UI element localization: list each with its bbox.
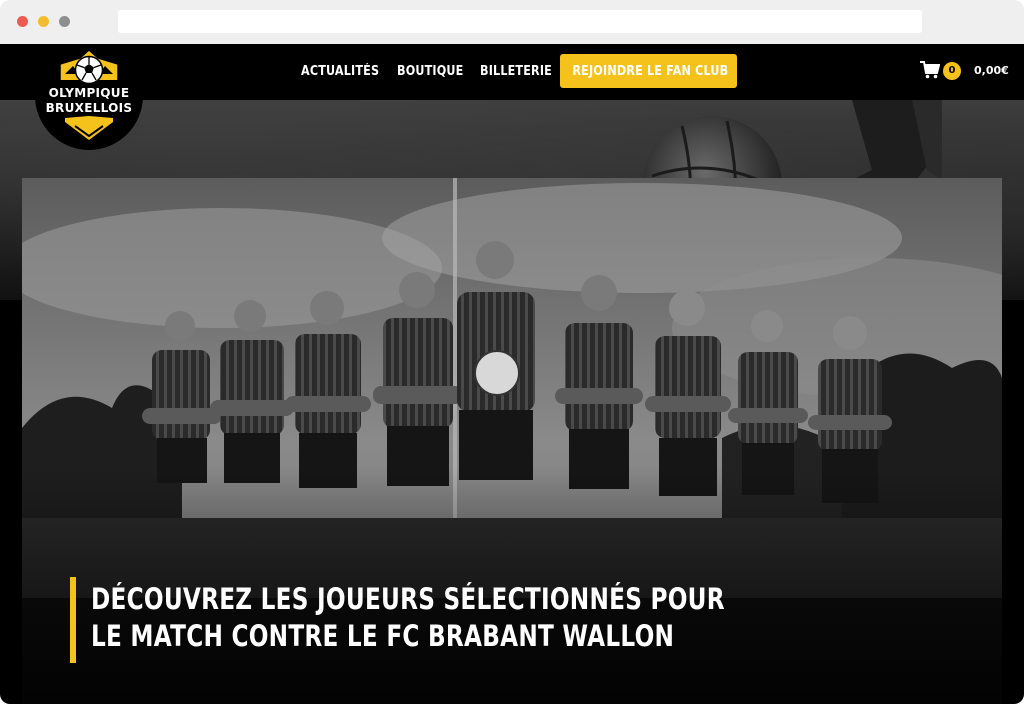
hero-headline-line1: DÉCOUVREZ LES JOUEURS SÉLECTIONNÉS POUR xyxy=(91,582,725,616)
webpage: ACTUALITÉS BOUTIQUE BILLETERIE REJOINDRE… xyxy=(0,44,1024,704)
minimize-window-button[interactable] xyxy=(38,16,49,27)
join-fan-club-label: REJOINDRE LE FAN CLUB xyxy=(572,64,729,79)
browser-chrome xyxy=(0,0,1024,44)
soccer-ball-icon xyxy=(74,55,104,85)
cart-icon[interactable] xyxy=(920,61,940,79)
logo-name-line1: OLYMPIQUE xyxy=(48,86,130,100)
address-bar[interactable] xyxy=(118,10,922,33)
site-logo[interactable]: OLYMPIQUE BRUXELLOIS xyxy=(35,44,143,150)
hero-headline-line2: LE MATCH CONTRE LE FC BRABANT WALLON xyxy=(91,619,675,653)
nav-item-actualites[interactable]: ACTUALITÉS xyxy=(301,64,379,79)
close-window-button[interactable] xyxy=(17,16,28,27)
logo-name-line2: BRUXELLOIS xyxy=(45,101,133,115)
cart-count-badge[interactable]: 0 xyxy=(943,62,961,80)
site-header: ACTUALITÉS BOUTIQUE BILLETERIE REJOINDRE… xyxy=(0,44,1024,100)
join-fan-club-button[interactable]: REJOINDRE LE FAN CLUB xyxy=(560,54,737,88)
hero-headline[interactable]: DÉCOUVREZ LES JOUEURS SÉLECTIONNÉS POUR … xyxy=(70,577,725,663)
nav-item-billeterie[interactable]: BILLETERIE xyxy=(480,64,552,79)
cart-total[interactable]: 0,00€ xyxy=(974,64,1009,77)
browser-window: ACTUALITÉS BOUTIQUE BILLETERIE REJOINDRE… xyxy=(0,0,1024,704)
maximize-window-button[interactable] xyxy=(59,16,70,27)
nav-item-boutique[interactable]: BOUTIQUE xyxy=(397,64,463,79)
